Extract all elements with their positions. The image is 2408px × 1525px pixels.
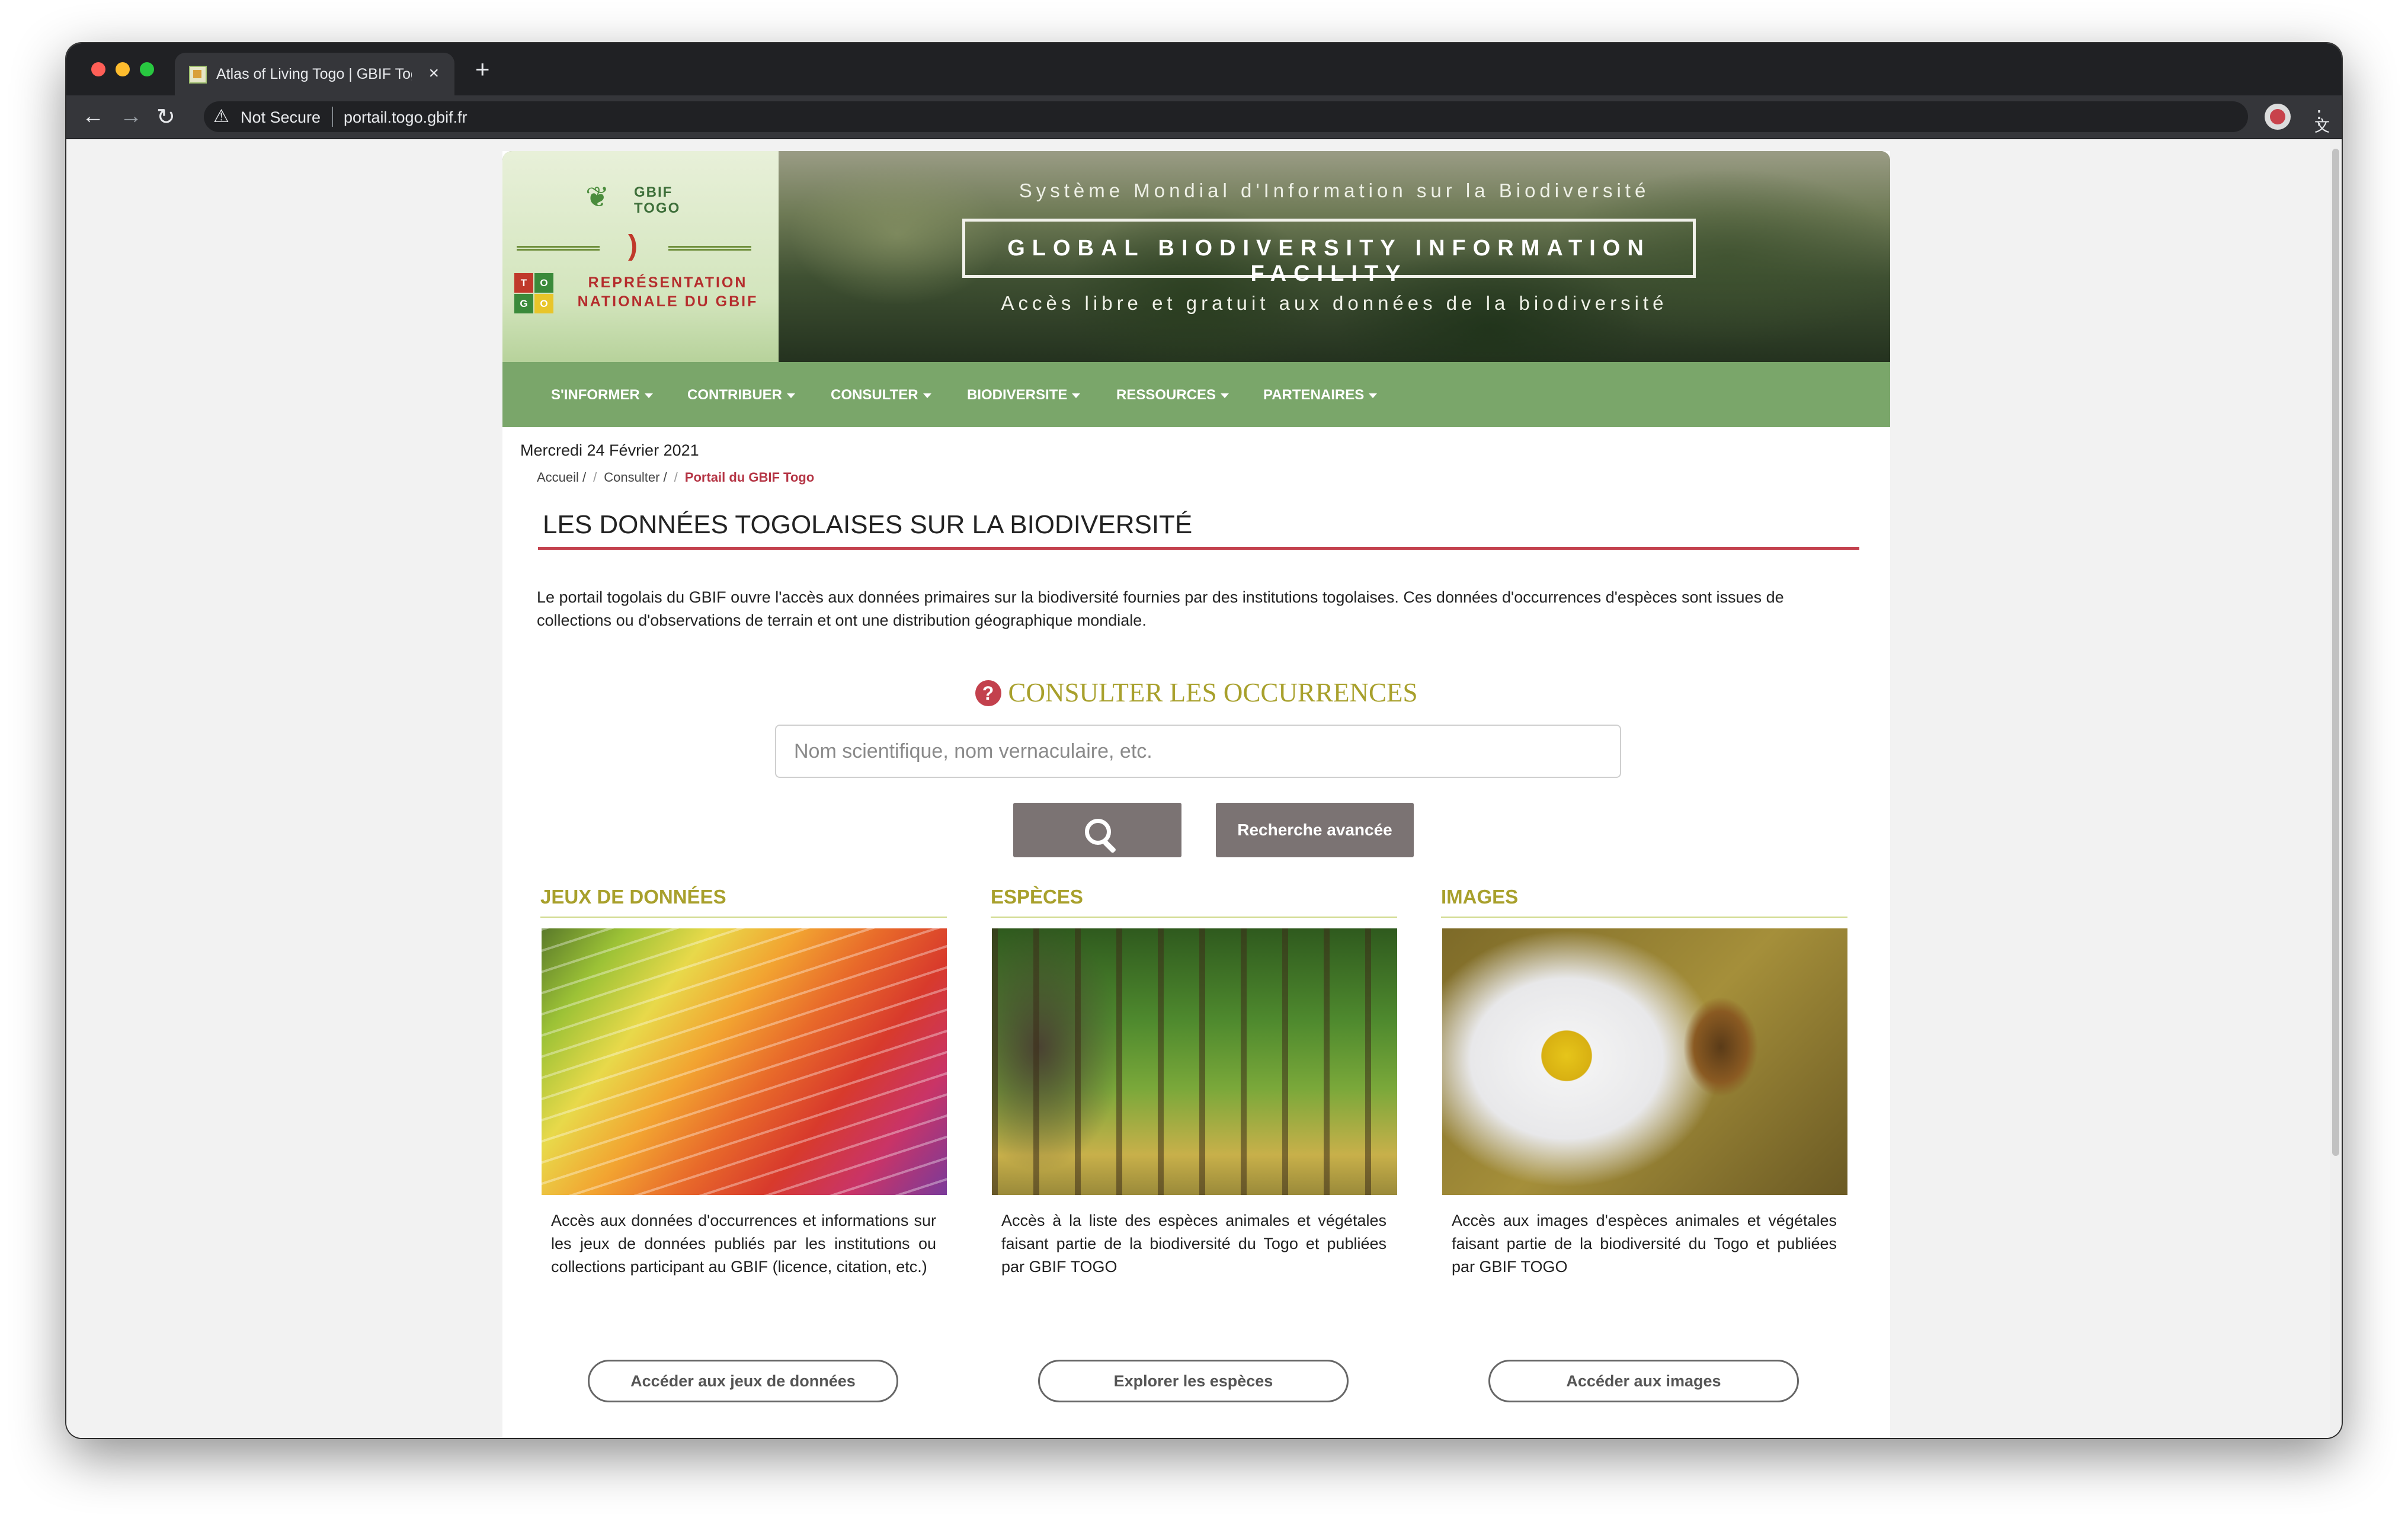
tab-title: Atlas of Living Togo | GBIF Togo <box>216 66 412 82</box>
species-heading: ESPÈCES <box>991 886 1083 908</box>
togo-letters-grid: T O G O <box>514 273 555 315</box>
profile-avatar[interactable] <box>2265 104 2291 130</box>
menu-dots-icon[interactable]: ⋮ <box>2310 106 2329 129</box>
url-text[interactable]: portail.togo.gbif.fr <box>344 108 467 127</box>
security-label: Not Secure <box>241 108 321 126</box>
caret-down-icon <box>1369 393 1378 398</box>
page-viewport: ❦ GBIF TOGO ) T O G O REPRÉSENTATION NAT… <box>66 139 2330 1438</box>
caret-down-icon <box>1072 393 1081 398</box>
search-button[interactable] <box>1013 803 1181 857</box>
url-separator <box>332 107 333 127</box>
togo-letter-o2: O <box>534 294 553 313</box>
column-rule <box>1441 917 1847 918</box>
address-bar[interactable]: ⚠ Not Secure portail.togo.gbif.fr 文 ☆ <box>204 101 2330 135</box>
breadcrumb-home[interactable]: Accueil / <box>537 470 586 485</box>
column-rule <box>991 917 1397 918</box>
vertical-scrollbar[interactable] <box>2330 139 2342 1438</box>
rep-line-2: NATIONALE DU GBIF <box>577 293 758 310</box>
breadcrumb: Accueil / / Consulter / / Portail du GBIF To… <box>537 470 814 485</box>
togo-letter-t: T <box>514 273 533 293</box>
advanced-search-button[interactable]: Recherche avancée <box>1216 803 1414 857</box>
current-date: Mercredi 24 Février 2021 <box>520 441 699 459</box>
forward-arrow-icon[interactable]: → <box>120 104 142 129</box>
images-heading: IMAGES <box>1441 886 1519 908</box>
consult-heading-text: CONSULTER LES OCCURRENCES <box>1008 678 1418 707</box>
site-banner: ❦ GBIF TOGO ) T O G O REPRÉSENTATION NAT… <box>502 151 1890 362</box>
images-button[interactable]: Accéder aux images <box>1488 1360 1799 1402</box>
nav-item-consulter[interactable]: CONSULTER <box>831 387 931 403</box>
caret-down-icon <box>923 393 931 398</box>
search-icon-handle <box>1102 840 1117 854</box>
favicon-icon <box>189 66 207 84</box>
banner-title-box: GLOBAL BIODIVERSITY INFORMATION FACILITY <box>962 219 1696 286</box>
nav-label: CONSULTER <box>831 387 918 403</box>
banner-title: GLOBAL BIODIVERSITY INFORMATION FACILITY <box>1007 236 1651 286</box>
datasets-heading: JEUX DE DONNÉES <box>540 886 726 908</box>
nav-item-biodiversite[interactable]: BIODIVERSITE <box>967 387 1081 403</box>
togo-letter-g: G <box>514 294 533 313</box>
banner-tagline: Accès libre et gratuit aux données de la… <box>1001 292 1668 314</box>
species-description: Accès à la liste des espèces animales et… <box>1001 1212 1386 1276</box>
browser-tab[interactable]: Atlas of Living Togo | GBIF Togo × <box>175 53 454 95</box>
logo-divider-left <box>517 246 600 251</box>
browser-window: Atlas of Living Togo | GBIF Togo × + ← →… <box>66 43 2342 1438</box>
leaf-icon: ❦ <box>585 182 610 213</box>
nav-label: RESSOURCES <box>1116 387 1216 403</box>
browser-toolbar: ← → ↻ ⚠ Not Secure portail.togo.gbif.fr … <box>66 95 2342 139</box>
datasets-button[interactable]: Accéder aux jeux de données <box>588 1360 898 1402</box>
column-rule <box>540 917 947 918</box>
breadcrumb-separator: / <box>674 470 678 485</box>
nav-item-partenaires[interactable]: PARTENAIRES <box>1263 387 1378 403</box>
species-button[interactable]: Explorer les espèces <box>1038 1360 1349 1402</box>
breadcrumb-separator: / <box>593 470 597 485</box>
togo-letter-o: O <box>534 273 553 293</box>
species-image[interactable] <box>992 928 1397 1195</box>
nav-item-contribuer[interactable]: CONTRIBUER <box>687 387 795 403</box>
images-description: Accès aux images d'espèces animales et v… <box>1452 1212 1837 1276</box>
logo-line-gbif: GBIF <box>634 184 673 200</box>
logo-divider-right <box>668 246 751 251</box>
images-image[interactable] <box>1442 928 1847 1195</box>
nav-label: S'INFORMER <box>551 387 640 403</box>
new-tab-icon[interactable]: + <box>475 55 490 84</box>
page-container: ❦ GBIF TOGO ) T O G O REPRÉSENTATION NAT… <box>502 151 1890 1438</box>
nav-item-ressources[interactable]: RESSOURCES <box>1116 387 1229 403</box>
reload-icon[interactable]: ↻ <box>156 104 175 130</box>
page-title: LES DONNÉES TOGOLAISES SUR LA BIODIVERSI… <box>543 510 1193 539</box>
gbif-togo-logo[interactable]: ❦ GBIF TOGO ) T O G O REPRÉSENTATION NAT… <box>502 151 779 362</box>
consult-heading: ? CONSULTER LES OCCURRENCES <box>502 677 1890 708</box>
caret-down-icon <box>644 393 653 398</box>
representation-text: REPRÉSENTATION NATIONALE DU GBIF <box>564 273 771 311</box>
caret-down-icon <box>1221 393 1229 398</box>
intro-paragraph: Le portail togolais du GBIF ouvre l'accè… <box>537 588 1784 629</box>
logo-line-togo: TOGO <box>634 200 681 216</box>
banner-subtitle: Système Mondial d'Information sur la Bio… <box>1019 180 1650 201</box>
search-input[interactable] <box>775 725 1621 778</box>
caret-down-icon <box>787 393 795 398</box>
close-tab-icon[interactable]: × <box>428 63 439 84</box>
main-navbar: S'INFORMER CONTRIBUER CONSULTER BIODIVER… <box>502 362 1890 427</box>
nav-label: PARTENAIRES <box>1263 387 1365 403</box>
flame-icon: ) <box>628 230 638 261</box>
nav-item-sinformer[interactable]: S'INFORMER <box>551 387 653 403</box>
rep-line-1: REPRÉSENTATION <box>588 274 748 291</box>
datasets-image[interactable] <box>542 928 947 1195</box>
maximize-window-button[interactable] <box>140 62 154 76</box>
breadcrumb-current: Portail du GBIF Togo <box>684 470 815 485</box>
breadcrumb-consulter[interactable]: Consulter / <box>604 470 667 485</box>
nav-label: CONTRIBUER <box>687 387 782 403</box>
nav-label: BIODIVERSITE <box>967 387 1068 403</box>
title-underline <box>538 547 1859 550</box>
back-arrow-icon[interactable]: ← <box>82 104 104 129</box>
logo-text: GBIF TOGO <box>634 184 680 216</box>
tab-strip: Atlas of Living Togo | GBIF Togo × + <box>66 43 2342 95</box>
help-icon[interactable]: ? <box>975 680 1001 706</box>
warning-icon: ⚠ <box>213 107 229 126</box>
close-window-button[interactable] <box>91 62 105 76</box>
minimize-window-button[interactable] <box>116 62 130 76</box>
scrollbar-thumb[interactable] <box>2332 149 2339 1156</box>
datasets-description: Accès aux données d'occurrences et infor… <box>551 1212 936 1276</box>
